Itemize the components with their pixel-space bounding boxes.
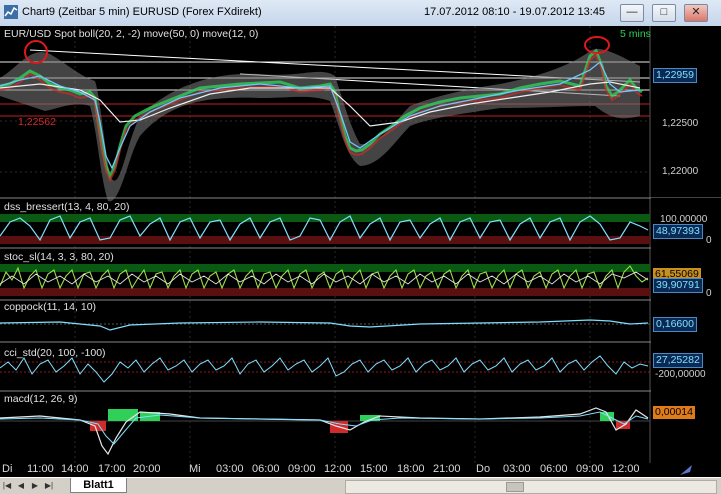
macd-value-box: 0,00014 (653, 406, 695, 419)
macd-title: macd(12, 26, 9) (4, 393, 78, 405)
bollinger-band (0, 48, 640, 202)
dss-scale-bottom: 0 (706, 235, 712, 246)
date-range: 17.07.2012 08:10 - 19.07.2012 13:45 (424, 6, 606, 18)
chart-area[interactable]: EUR/USD Spot boll(20, 2, -2) move(50, 0)… (0, 26, 721, 463)
x-tick: 15:00 (360, 463, 388, 475)
sheet-tab-blatt1[interactable]: Blatt1 (70, 478, 127, 493)
main-panel-title: EUR/USD Spot boll(20, 2, -2) move(50, 0)… (4, 28, 258, 40)
x-tick: 03:00 (216, 463, 244, 475)
x-tick: 20:00 (133, 463, 161, 475)
x-tick: 09:00 (288, 463, 316, 475)
x-tick: 17:00 (98, 463, 126, 475)
coppock-panel: coppock(11, 14, 10) (0, 301, 721, 343)
timeframe-label: 5 mins (620, 28, 651, 40)
x-tick: 06:00 (252, 463, 280, 475)
macd-panel: macd(12, 26, 9) (0, 393, 650, 456)
coppock-value-box: 0,16600 (653, 317, 697, 332)
prev-sheet-button[interactable]: ◀ (16, 480, 26, 491)
x-tick: 18:00 (397, 463, 425, 475)
last-sheet-button[interactable]: ▶| (44, 480, 54, 491)
resize-arrow-icon[interactable] (678, 464, 694, 476)
window-titlebar: Chart9 (Zeitbar 5 min) EURUSD (Forex FXd… (0, 0, 721, 27)
scrollbar-thumb[interactable] (506, 482, 524, 492)
coppock-title: coppock(11, 14, 10) (4, 301, 96, 313)
x-tick: 12:00 (612, 463, 640, 475)
stoc-panel: stoc_sl(14, 3, 3, 80, 20) (0, 251, 721, 301)
sheet-tab-bar: |◀ ◀ ▶ ▶| Blatt1 (0, 477, 721, 494)
x-tick: 09:00 (576, 463, 604, 475)
line-price-label: 1,22562 (18, 116, 56, 128)
x-tick: 14:00 (61, 463, 89, 475)
time-axis: Di 11:00 14:00 17:00 20:00 Mi 03:00 06:0… (0, 463, 721, 477)
dss-panel: dss_bressert(13, 4, 80, 20) (0, 201, 721, 249)
cci-title: cci_std(20, 100, -100) (4, 347, 106, 359)
dss-value-box: 48,97393 (653, 224, 703, 239)
macd-line (0, 407, 649, 456)
main-price-panel: EUR/USD Spot boll(20, 2, -2) move(50, 0)… (0, 26, 721, 463)
price-scale-label-1: 1,22500 (662, 118, 699, 129)
cci-value-box: 27,25282 (653, 353, 703, 368)
x-tick: 03:00 (503, 463, 531, 475)
x-tick: 11:00 (27, 463, 54, 475)
stoc-value-box: 39,90791 (653, 278, 703, 293)
cci-panel: cci_std(20, 100, -100) (0, 347, 721, 392)
horizontal-scrollbar[interactable] (345, 480, 717, 494)
current-price-box: 1,22959 (653, 68, 697, 83)
x-tick: Mi (189, 463, 201, 475)
cci-line (0, 355, 649, 383)
chart-canvas[interactable]: EUR/USD Spot boll(20, 2, -2) move(50, 0)… (0, 26, 721, 463)
x-tick: 06:00 (540, 463, 568, 475)
coppock-line (0, 319, 649, 331)
price-scale-label-2: 1,22000 (662, 166, 699, 177)
x-tick: Do (476, 463, 491, 475)
close-button[interactable]: ✕ (684, 4, 708, 22)
chart-app-icon (4, 5, 18, 19)
first-sheet-button[interactable]: |◀ (2, 480, 12, 491)
dss-title: dss_bressert(13, 4, 80, 20) (4, 201, 129, 213)
x-tick: 21:00 (433, 463, 461, 475)
maximize-button[interactable]: □ (652, 4, 676, 22)
window-title: Chart9 (Zeitbar 5 min) EURUSD (Forex FXd… (22, 6, 262, 18)
stoc-scale-bottom: 0 (706, 288, 712, 299)
stoc-title: stoc_sl(14, 3, 3, 80, 20) (4, 251, 114, 263)
next-sheet-button[interactable]: ▶ (30, 480, 40, 491)
cci-scale-bottom: -200,00000 (655, 369, 706, 380)
x-tick: Di (2, 463, 13, 475)
minimize-button[interactable]: — (620, 4, 644, 22)
x-tick: 12:00 (324, 463, 352, 475)
